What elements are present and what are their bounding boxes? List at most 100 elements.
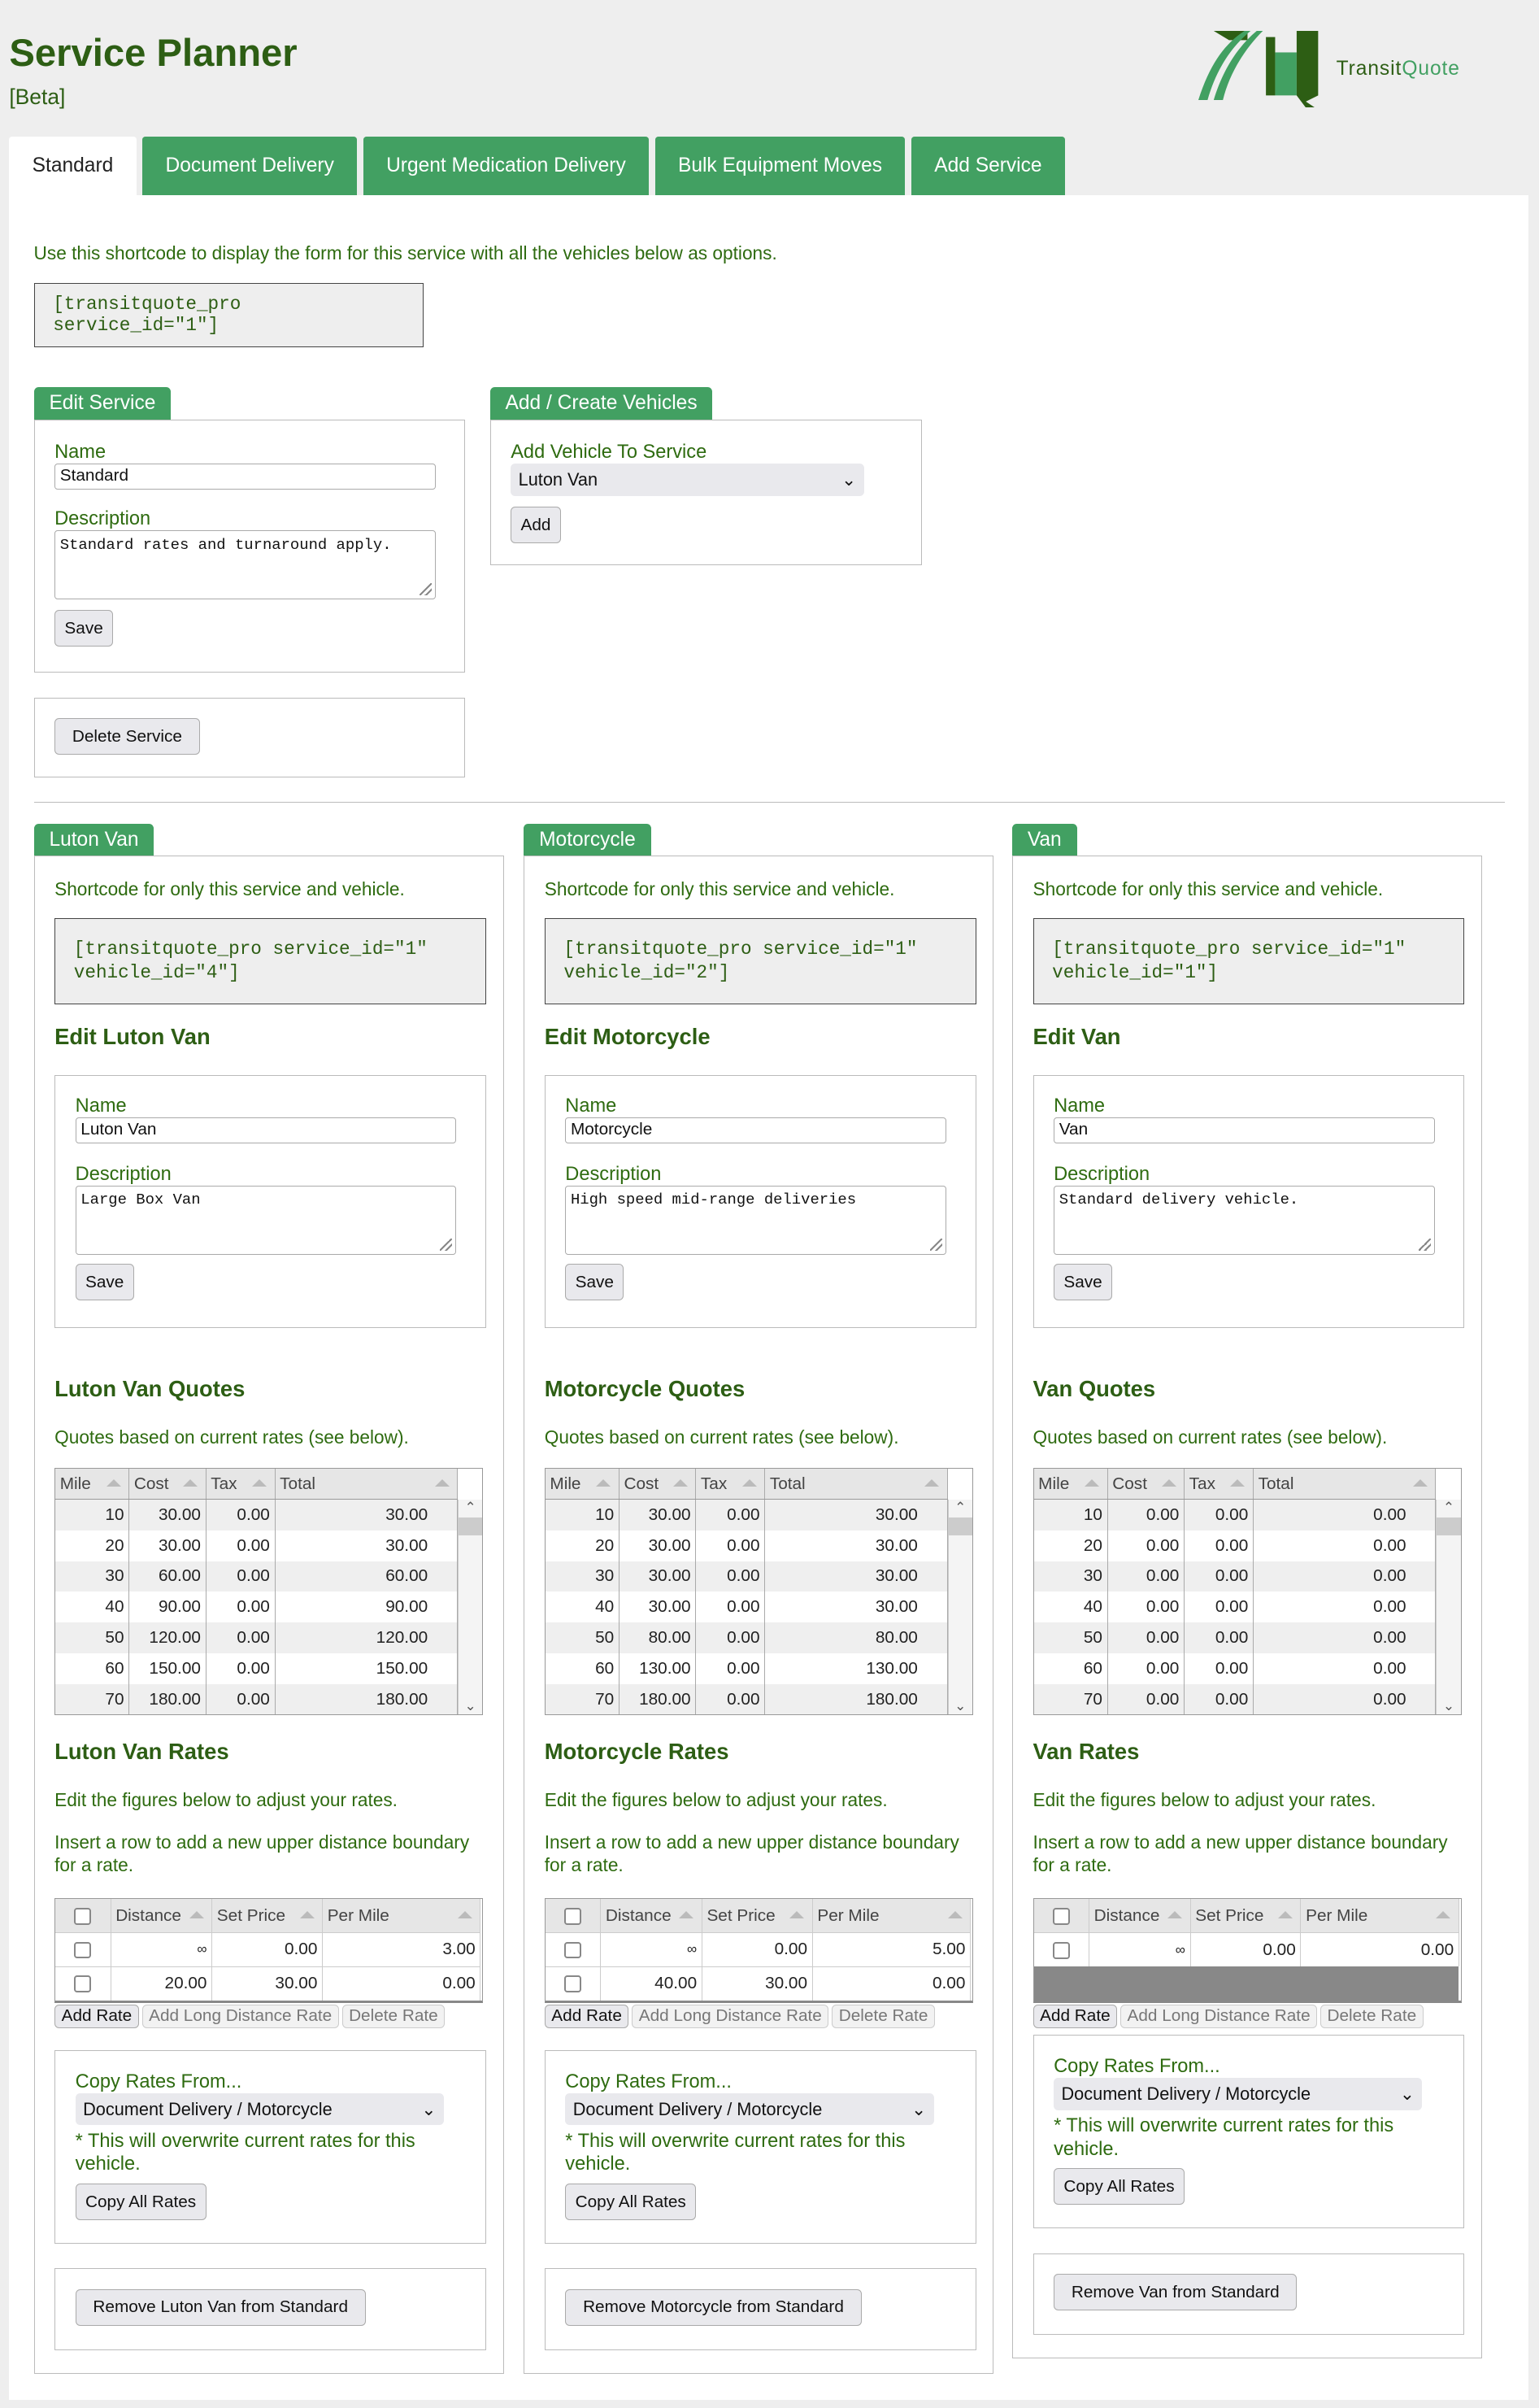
add-rate-button[interactable]: Add Rate bbox=[544, 2004, 629, 2029]
rate-cell[interactable]: 0.00 bbox=[322, 1966, 481, 2001]
rate-cell[interactable]: 5.00 bbox=[812, 1932, 972, 1967]
row-checkbox[interactable] bbox=[564, 1975, 581, 1993]
add-vehicle-button[interactable]: Add bbox=[511, 507, 561, 543]
select-all-checkbox[interactable] bbox=[74, 1907, 92, 1925]
vehicle-select[interactable]: Luton Van ⌄ bbox=[511, 464, 864, 496]
row-checkbox[interactable] bbox=[74, 1941, 92, 1959]
rate-header[interactable]: Distance bbox=[111, 1899, 213, 1933]
rate-cell[interactable]: ∞ bbox=[1089, 1932, 1191, 1967]
row-checkbox[interactable] bbox=[1052, 1941, 1070, 1959]
quotes-scrollbar[interactable]: ⌃ ⌄ bbox=[947, 1499, 972, 1715]
quote-header[interactable]: Cost bbox=[128, 1469, 207, 1500]
rate-header[interactable]: Per Mile bbox=[322, 1899, 481, 1933]
rate-header[interactable]: Distance bbox=[600, 1899, 702, 1933]
rate-row[interactable]: 40.00 30.00 0.00 bbox=[545, 1966, 972, 2001]
vehicle-description-input[interactable]: Standard delivery vehicle. bbox=[1054, 1185, 1435, 1255]
vehicle-description-input[interactable]: Large Box Van bbox=[75, 1185, 457, 1255]
row-checkbox[interactable] bbox=[564, 1941, 581, 1959]
quote-header[interactable]: Mile bbox=[55, 1469, 130, 1500]
tab-urgent-medication-delivery[interactable]: Urgent Medication Delivery bbox=[363, 137, 650, 195]
service-name-input[interactable]: Standard bbox=[54, 464, 436, 490]
copy-all-rates-button[interactable]: Copy All Rates bbox=[1054, 2168, 1185, 2206]
quotes-scrollbar[interactable]: ⌃ ⌄ bbox=[1436, 1499, 1461, 1715]
tab-add-service[interactable]: Add Service bbox=[911, 137, 1065, 195]
tab-bulk-equipment-moves[interactable]: Bulk Equipment Moves bbox=[654, 137, 906, 195]
scrollbar-thumb[interactable] bbox=[1437, 1517, 1461, 1536]
vehicle-shortcode[interactable]: [transitquote_pro service_id="1" vehicle… bbox=[54, 917, 486, 1004]
quote-header[interactable]: Total bbox=[764, 1469, 948, 1500]
copy-rates-select[interactable]: Document Delivery / Motorcycle ⌄ bbox=[565, 2092, 934, 2126]
rate-row[interactable]: 20.00 30.00 0.00 bbox=[55, 1966, 481, 2001]
scroll-down-icon[interactable]: ⌄ bbox=[459, 1698, 482, 1714]
quote-header[interactable]: Mile bbox=[545, 1469, 620, 1500]
rate-header[interactable]: Set Price bbox=[211, 1899, 324, 1933]
scroll-up-icon[interactable]: ⌃ bbox=[459, 1500, 482, 1516]
rate-cell[interactable]: 0.00 bbox=[1300, 1932, 1459, 1967]
rate-cell[interactable]: ∞ bbox=[111, 1932, 213, 1967]
scrollbar-thumb[interactable] bbox=[948, 1517, 972, 1536]
remove-vehicle-button[interactable]: Remove Motorcycle from Standard bbox=[565, 2288, 862, 2326]
quote-header[interactable]: Mile bbox=[1033, 1469, 1108, 1500]
rate-row[interactable]: ∞ 0.00 5.00 bbox=[545, 1932, 972, 1967]
select-all-checkbox[interactable] bbox=[564, 1907, 581, 1925]
vehicle-name-input[interactable]: Van bbox=[1054, 1117, 1435, 1144]
rate-cell[interactable]: 40.00 bbox=[600, 1966, 702, 2001]
rate-header[interactable]: Set Price bbox=[1190, 1899, 1302, 1933]
add-rate-button[interactable]: Add Rate bbox=[54, 2004, 139, 2029]
rate-row[interactable]: ∞ 0.00 0.00 bbox=[1033, 1932, 1459, 1967]
copy-rates-select[interactable]: Document Delivery / Motorcycle ⌄ bbox=[75, 2092, 445, 2126]
rate-cell[interactable]: 0.00 bbox=[1190, 1932, 1302, 1967]
rate-cell[interactable]: 0.00 bbox=[702, 1932, 813, 1967]
save-vehicle-button[interactable]: Save bbox=[75, 1264, 134, 1300]
rate-header[interactable]: Set Price bbox=[702, 1899, 813, 1933]
row-checkbox[interactable] bbox=[74, 1975, 92, 1993]
rate-cell[interactable]: 20.00 bbox=[111, 1966, 213, 2001]
scroll-up-icon[interactable]: ⌃ bbox=[949, 1500, 972, 1516]
remove-vehicle-button[interactable]: Remove Van from Standard bbox=[1054, 2274, 1298, 2310]
vehicle-name-input[interactable]: Luton Van bbox=[75, 1117, 457, 1144]
save-vehicle-button[interactable]: Save bbox=[1054, 1264, 1113, 1300]
quote-header[interactable]: Total bbox=[275, 1469, 459, 1500]
rate-header[interactable]: Per Mile bbox=[1300, 1899, 1459, 1933]
rate-header[interactable]: Per Mile bbox=[812, 1899, 972, 1933]
scroll-down-icon[interactable]: ⌄ bbox=[949, 1698, 972, 1714]
quote-header[interactable]: Tax bbox=[1184, 1469, 1254, 1500]
quote-header[interactable]: Cost bbox=[1107, 1469, 1185, 1500]
tab-standard[interactable]: Standard bbox=[9, 137, 137, 195]
delete-service-button[interactable]: Delete Service bbox=[54, 718, 200, 755]
quotes-scrollbar[interactable]: ⌃ ⌄ bbox=[457, 1499, 483, 1715]
service-shortcode[interactable]: [transitquote_pro service_id="1"] bbox=[33, 282, 424, 347]
copy-all-rates-button[interactable]: Copy All Rates bbox=[75, 2184, 207, 2221]
delete-rate-button[interactable]: Delete Rate bbox=[832, 2004, 935, 2029]
quote-header[interactable]: Cost bbox=[619, 1469, 697, 1500]
select-all-checkbox[interactable] bbox=[1052, 1907, 1070, 1925]
add-rate-button[interactable]: Add Rate bbox=[1033, 2004, 1118, 2029]
rate-cell[interactable]: 0.00 bbox=[211, 1932, 324, 1967]
rate-row[interactable]: ∞ 0.00 3.00 bbox=[55, 1932, 481, 1967]
vehicle-description-input[interactable]: High speed mid-range deliveries bbox=[565, 1185, 946, 1255]
copy-all-rates-button[interactable]: Copy All Rates bbox=[565, 2184, 697, 2221]
service-description-input[interactable]: Standard rates and turnaround apply. bbox=[54, 529, 436, 599]
copy-rates-select[interactable]: Document Delivery / Motorcycle ⌄ bbox=[1054, 2077, 1423, 2110]
rate-cell[interactable]: 3.00 bbox=[322, 1932, 481, 1967]
delete-rate-button[interactable]: Delete Rate bbox=[1319, 2004, 1424, 2029]
save-service-button[interactable]: Save bbox=[54, 610, 114, 647]
scroll-up-icon[interactable]: ⌃ bbox=[1437, 1500, 1460, 1516]
add-long-distance-rate-button[interactable]: Add Long Distance Rate bbox=[1119, 2004, 1318, 2029]
tab-document-delivery[interactable]: Document Delivery bbox=[142, 137, 358, 195]
quote-header[interactable]: Total bbox=[1253, 1469, 1437, 1500]
scroll-down-icon[interactable]: ⌄ bbox=[1437, 1698, 1460, 1714]
vehicle-shortcode[interactable]: [transitquote_pro service_id="1" vehicle… bbox=[544, 917, 976, 1004]
rate-cell[interactable]: 30.00 bbox=[702, 1966, 813, 2001]
add-long-distance-rate-button[interactable]: Add Long Distance Rate bbox=[141, 2004, 339, 2029]
add-long-distance-rate-button[interactable]: Add Long Distance Rate bbox=[632, 2004, 829, 2029]
rate-cell[interactable]: ∞ bbox=[600, 1932, 702, 1967]
rate-header[interactable]: Distance bbox=[1089, 1899, 1191, 1933]
rate-cell[interactable]: 0.00 bbox=[812, 1966, 972, 2001]
remove-vehicle-button[interactable]: Remove Luton Van from Standard bbox=[75, 2288, 366, 2326]
quote-header[interactable]: Tax bbox=[206, 1469, 276, 1500]
scrollbar-thumb[interactable] bbox=[458, 1517, 483, 1536]
rate-cell[interactable]: 30.00 bbox=[211, 1966, 324, 2001]
vehicle-shortcode[interactable]: [transitquote_pro service_id="1" vehicle… bbox=[1033, 917, 1465, 1004]
vehicle-name-input[interactable]: Motorcycle bbox=[565, 1117, 946, 1144]
